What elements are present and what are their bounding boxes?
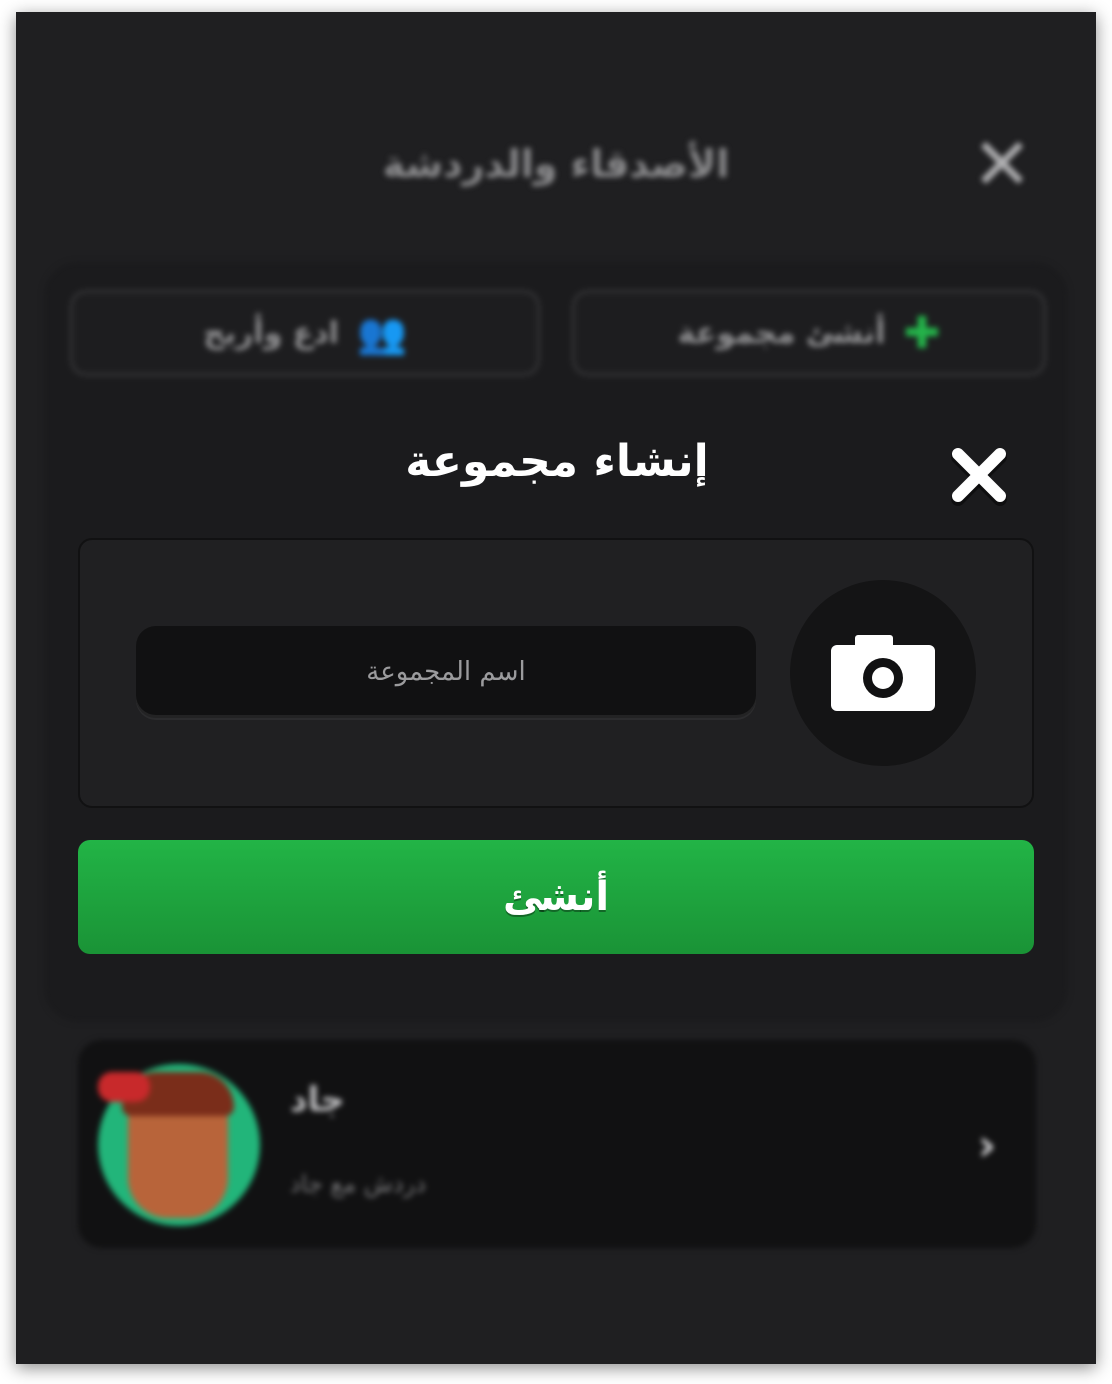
users-icon: 👥 [356,310,407,357]
screen-close-icon[interactable]: ✕ [968,128,1036,200]
create-button[interactable]: أنشئ [78,840,1034,954]
create-group-modal: إنشاء مجموعة اسم المجموعة أنشئ [60,416,1054,986]
close-button[interactable] [944,440,1014,510]
status-badge [98,1072,150,1102]
app-frame: الأصدقاء والدردشة ✕ ✚ أنشئ مجموعة 👥 ادع … [16,12,1096,1364]
close-icon [951,448,1007,506]
screen-title: الأصدقاء والدردشة [382,142,730,186]
friend-name: جاد [290,1080,345,1120]
camera-icon [831,635,935,711]
invite-button[interactable]: 👥 ادع وأربح [70,290,540,376]
plus-icon: ✚ [903,307,941,359]
group-name-input[interactable] [136,626,756,718]
create-group-label: أنشئ مجموعة [677,315,886,351]
friend-list-item[interactable]: جاد دردش مع جاد › [78,1040,1036,1248]
create-group-button[interactable]: ✚ أنشئ مجموعة [572,290,1046,376]
group-form [78,538,1034,808]
chevron-right-icon: › [977,1120,996,1171]
friend-status: دردش مع جاد [290,1170,426,1198]
invite-label: ادع وأربح [203,315,339,351]
modal-title: إنشاء مجموعة [405,436,709,487]
photo-button[interactable] [790,580,976,766]
